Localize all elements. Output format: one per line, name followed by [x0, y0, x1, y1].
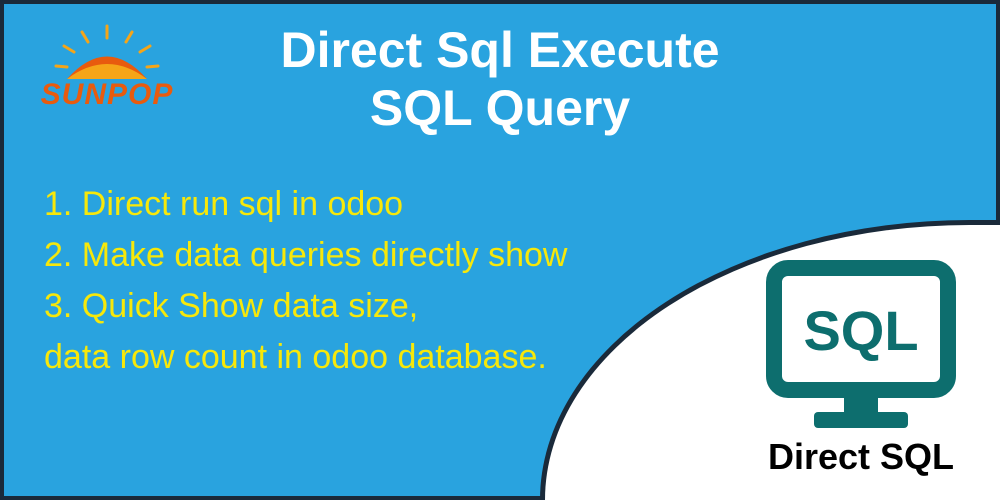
feature-item-3: 3. Quick Show data size, — [44, 281, 567, 332]
sql-badge: SQL Direct SQL — [766, 260, 956, 478]
title-line-1: Direct Sql Execute — [4, 22, 996, 80]
title-line-2: SQL Query — [4, 80, 996, 138]
feature-item-3b: data row count in odoo database. — [44, 332, 567, 383]
feature-list: 1. Direct run sql in odoo 2. Make data q… — [44, 179, 567, 383]
sql-badge-text: SQL — [803, 299, 918, 362]
feature-item-1: 1. Direct run sql in odoo — [44, 179, 567, 230]
sql-caption: Direct SQL — [766, 436, 956, 478]
banner-canvas: SUNPOP Direct Sql Execute SQL Query 1. D… — [0, 0, 1000, 500]
feature-item-2: 2. Make data queries directly show — [44, 230, 567, 281]
sql-monitor-icon: SQL — [766, 260, 956, 430]
banner-title: Direct Sql Execute SQL Query — [4, 22, 996, 137]
